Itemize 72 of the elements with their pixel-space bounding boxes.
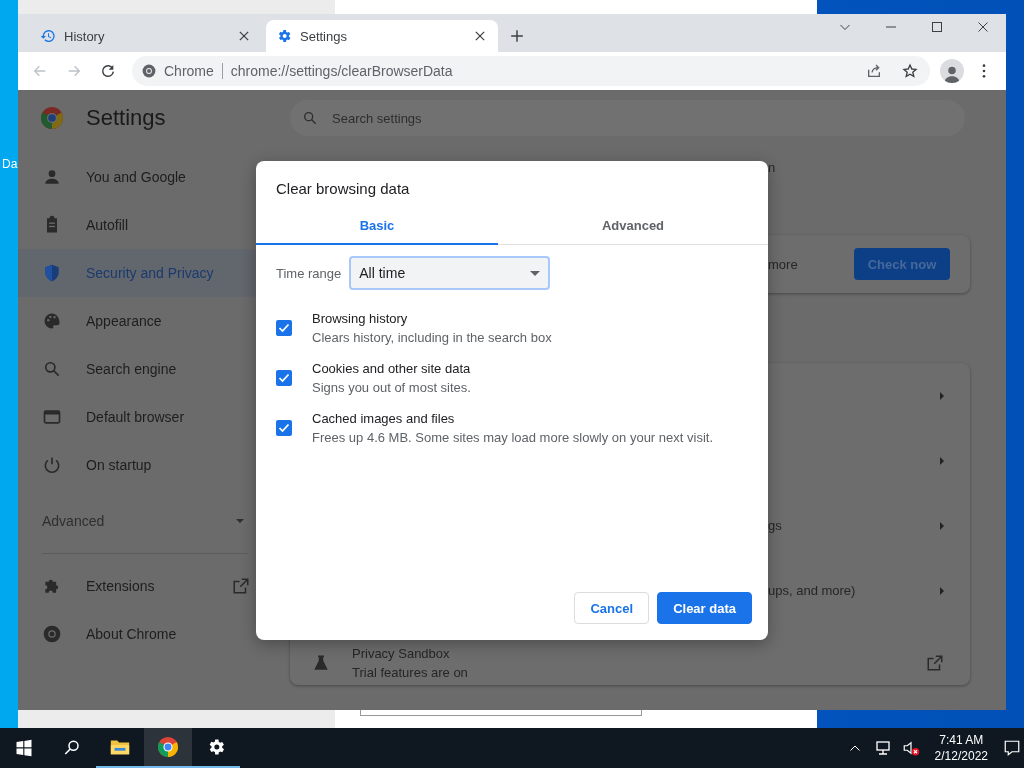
gear-icon (276, 28, 292, 44)
option-label: Browsing history (312, 311, 409, 326)
dialog-tab[interactable]: Basic (256, 207, 498, 245)
clear-data-button[interactable]: Clear data (657, 592, 752, 624)
checkbox[interactable] (276, 370, 292, 386)
desktop-icon-label: Da (2, 157, 18, 171)
site-chip: Chrome (164, 63, 223, 79)
windows-logo-icon (15, 739, 33, 757)
external-link-icon (232, 577, 250, 595)
chrome-logo-icon (157, 736, 179, 758)
chrome-logo-icon (142, 64, 156, 78)
address-bar[interactable]: Chrome chrome://settings/clearBrowserData (132, 56, 930, 86)
dialog-title: Clear browsing data (275, 179, 411, 197)
chevron-right-icon[interactable] (940, 456, 944, 465)
search-field[interactable]: Search settings (290, 100, 965, 136)
external-link-icon (926, 654, 944, 672)
chevron-right-icon[interactable] (940, 586, 944, 595)
text-fragment: gs (768, 518, 782, 533)
search-icon (63, 739, 81, 757)
browser-tab[interactable]: History (30, 20, 262, 52)
history-icon (40, 28, 56, 44)
chrome-logo-icon (42, 624, 62, 644)
plus-icon (510, 29, 524, 43)
option-label: Cookies and other site data (312, 361, 471, 376)
option-description: Frees up 4.6 MB. Some sites may load more slowly on your next visit. (312, 430, 713, 445)
muted-speaker-icon (901, 739, 920, 757)
check-now-button[interactable]: Check now (854, 248, 950, 280)
new-tab-button[interactable] (508, 27, 526, 45)
palette-icon (42, 311, 62, 331)
clock[interactable]: 7:41 AM 2/12/2022 (926, 733, 996, 763)
field-label: Time range (276, 265, 342, 281)
taskbar-app[interactable] (144, 728, 192, 768)
network-icon (874, 740, 891, 756)
chevron-right-icon[interactable] (940, 521, 944, 530)
close-icon (977, 21, 989, 33)
maximize-icon (931, 21, 943, 33)
back-arrow-icon (32, 63, 48, 79)
power-icon (42, 455, 62, 475)
star-icon (902, 63, 918, 79)
person-icon (42, 167, 62, 187)
browser-window-icon (42, 407, 62, 427)
text-fragment: n (768, 160, 776, 175)
chrome-logo-icon (40, 106, 64, 130)
option-label: Cached images and files (312, 411, 456, 426)
x-glyph (239, 31, 249, 41)
setting-title: Privacy Sandbox (352, 646, 451, 661)
flask-icon (312, 654, 330, 672)
chevron-right-icon[interactable] (940, 391, 944, 400)
checkbox[interactable] (276, 420, 292, 436)
browser-tab[interactable]: Settings (266, 20, 498, 52)
text-fragment: more (768, 256, 798, 272)
forward-arrow-icon (66, 63, 82, 79)
setting-subtitle: Trial features are on (352, 665, 469, 680)
x-glyph (475, 31, 485, 41)
speech-bubble-icon (1003, 739, 1021, 757)
caret-icon (236, 519, 244, 523)
reload-icon (100, 63, 116, 79)
cancel-button[interactable]: Cancel (574, 592, 650, 624)
dialog-tab[interactable]: Advanced (498, 207, 768, 245)
page-title: Settings (86, 105, 166, 131)
search-icon (302, 110, 318, 126)
share-icon (866, 63, 882, 79)
time-range-dropdown[interactable]: All time (349, 256, 551, 290)
url-text: chrome://settings/clearBrowserData (230, 63, 454, 79)
checkbox[interactable] (276, 320, 292, 336)
caret-icon (530, 270, 541, 276)
option-description: Clears history, including in the search box (312, 330, 552, 345)
search-icon (42, 359, 62, 379)
text-fragment: ups, and more) (768, 583, 856, 598)
profile-button[interactable] (940, 59, 964, 83)
option-description: Signs you out of most sites. (312, 380, 471, 395)
shield-icon (42, 263, 62, 283)
